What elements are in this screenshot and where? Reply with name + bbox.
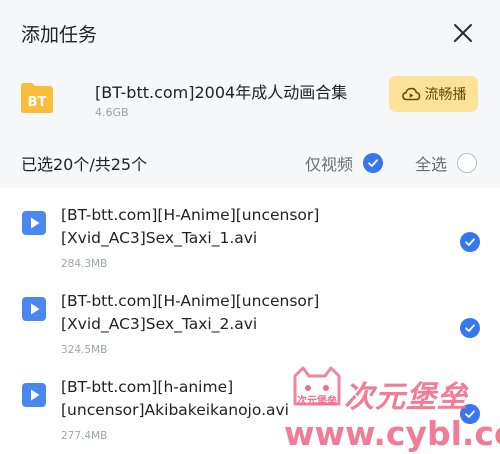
selected-count: 已选20个/共25个 <box>21 155 148 174</box>
select-all-label: 全选 <box>415 155 448 174</box>
only-video-label: 仅视频 <box>305 155 354 174</box>
package-size: 4.6GB <box>95 106 129 119</box>
package-name: [BT-btt.com]2004年成人动画合集 <box>95 83 348 102</box>
select-all-toggle[interactable]: 全选 <box>415 151 478 175</box>
unchecked-circle-icon[interactable] <box>457 153 478 173</box>
stream-play-button[interactable]: 流畅播 <box>389 76 478 112</box>
video-file-icon <box>22 297 46 321</box>
file-name: [BT-btt.com][H-Anime][uncensor][Xvid_AC3… <box>61 292 320 333</box>
dialog-header: 添加任务 BT [BT-btt.com]2004年成人动画合集 4.6GB 流畅… <box>0 0 500 188</box>
close-icon[interactable] <box>450 20 476 46</box>
video-file-icon <box>22 383 46 407</box>
stream-button-label: 流畅播 <box>424 87 467 103</box>
svg-text:BT: BT <box>28 95 47 110</box>
file-name: [BT-btt.com][h-anime][uncensor]Akibakeik… <box>61 378 289 419</box>
file-size: 324.5MB <box>61 344 108 356</box>
dialog-title: 添加任务 <box>21 24 98 46</box>
checkmark-icon[interactable] <box>460 404 480 424</box>
cloud-play-icon <box>401 87 420 101</box>
checkmark-icon[interactable] <box>460 232 480 252</box>
file-name: [BT-btt.com][H-Anime][uncensor][Xvid_AC3… <box>61 206 320 247</box>
bt-folder-icon: BT <box>19 79 55 115</box>
video-file-icon <box>22 211 46 235</box>
only-video-toggle[interactable]: 仅视频 <box>305 151 384 175</box>
checkmark-icon[interactable] <box>363 153 384 173</box>
checkmark-icon[interactable] <box>460 318 480 338</box>
file-size: 284.3MB <box>61 258 108 270</box>
file-list: [BT-btt.com][H-Anime][uncensor][Xvid_AC3… <box>0 188 500 454</box>
file-size: 277.4MB <box>61 430 108 442</box>
